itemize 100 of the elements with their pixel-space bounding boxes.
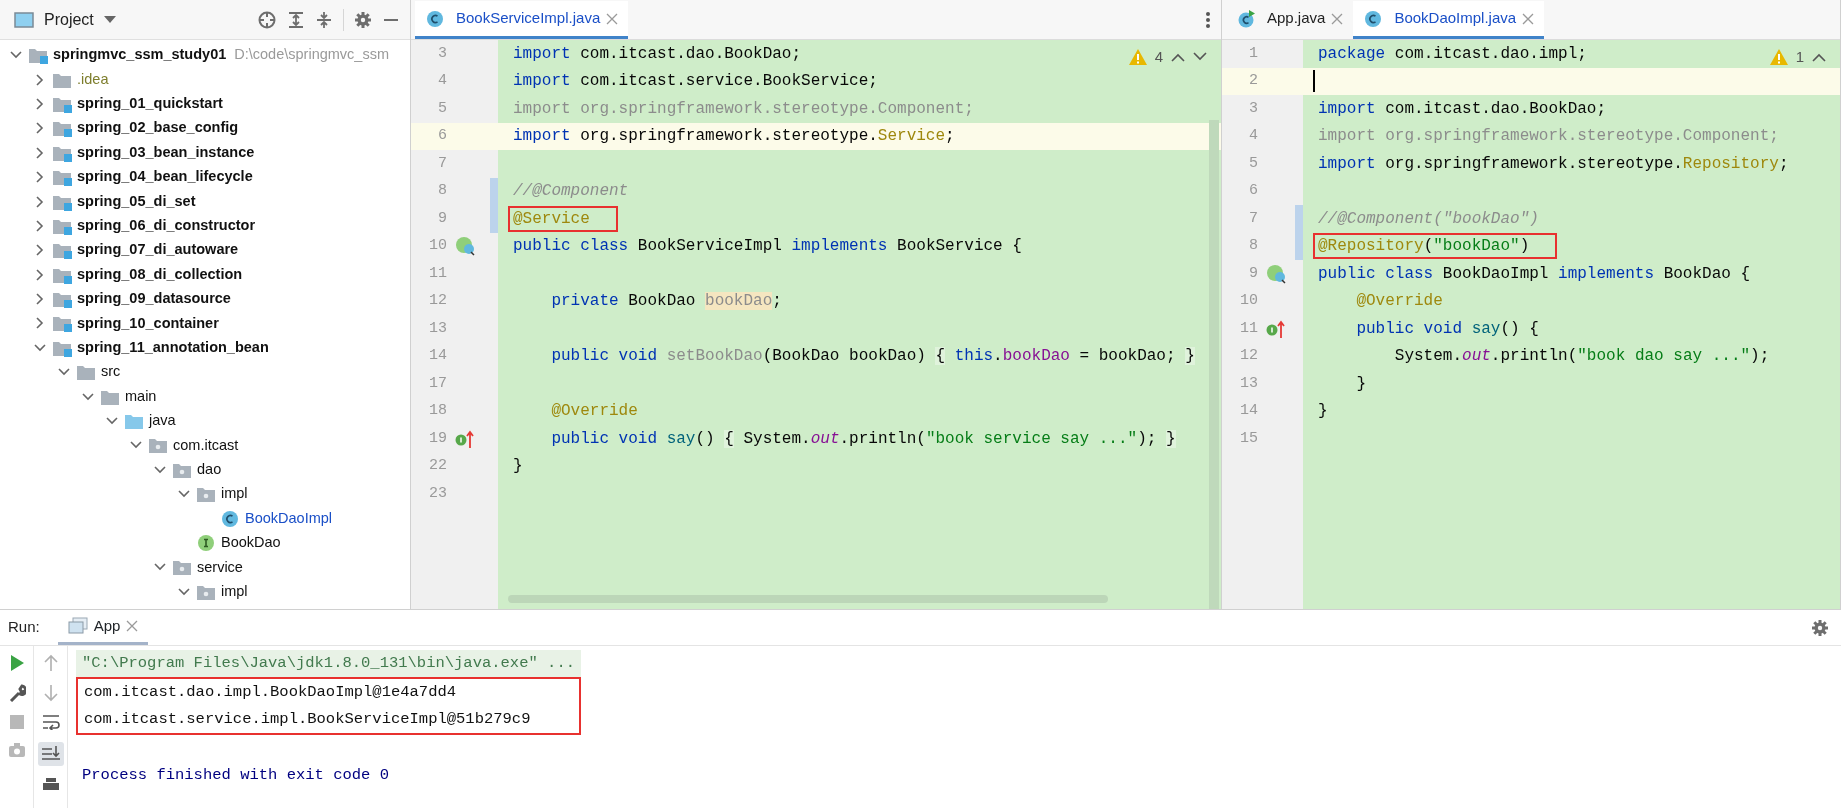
- settings-icon[interactable]: [1811, 618, 1829, 637]
- tree-item[interactable]: main: [125, 385, 157, 408]
- tree-item[interactable]: spring_10_container: [77, 312, 219, 335]
- target-icon[interactable]: [257, 9, 277, 30]
- line-number: 4: [437, 71, 447, 91]
- tree-item[interactable]: src: [101, 361, 121, 384]
- warning-count[interactable]: 4: [1154, 46, 1163, 69]
- project-window-icon: [14, 10, 34, 29]
- tree-item[interactable]: spring_08_di_collection: [77, 263, 243, 286]
- collapse-all-icon[interactable]: [315, 10, 333, 29]
- line-number: 14: [1239, 401, 1258, 421]
- settings-icon[interactable]: [354, 10, 372, 29]
- console-icon: [67, 617, 88, 635]
- line-number: 22: [428, 456, 447, 476]
- line-number: 11: [428, 263, 447, 284]
- close-icon[interactable]: [126, 620, 139, 632]
- package-icon: [148, 436, 168, 455]
- more-options-icon[interactable]: [1205, 10, 1211, 29]
- tree-item[interactable]: dao: [197, 458, 222, 481]
- expand-all-icon[interactable]: [287, 10, 305, 29]
- close-icon[interactable]: [1522, 12, 1535, 25]
- source-folder-icon: [124, 412, 144, 431]
- wrench-icon[interactable]: [7, 684, 26, 702]
- code-line: import com.itcast.dao.BookDao;: [1317, 98, 1608, 120]
- run-tab[interactable]: App: [57, 610, 149, 645]
- panel-title[interactable]: Project: [44, 7, 94, 32]
- line-number: 19: [428, 428, 447, 449]
- console-line: com.itcast.service.impl.BookServiceImpl@51b279c9: [83, 709, 532, 730]
- tree-item[interactable]: .idea: [77, 68, 109, 91]
- code-line: }: [1317, 401, 1329, 423]
- line-number: 12: [1239, 346, 1258, 366]
- line-number: 12: [428, 291, 447, 311]
- interface-icon: [196, 534, 216, 552]
- tree-item[interactable]: BookDao: [221, 532, 281, 554]
- close-icon[interactable]: [1331, 12, 1344, 25]
- code-line: @Override: [550, 401, 639, 423]
- line-number: 6: [1248, 181, 1258, 201]
- tree-item[interactable]: spring_07_di_autoware: [77, 239, 239, 262]
- scrollbar[interactable]: [1209, 120, 1219, 609]
- implemented-marker-icon[interactable]: [455, 236, 477, 257]
- implemented-marker-icon[interactable]: [1266, 263, 1288, 284]
- soft-wrap-icon[interactable]: [41, 714, 60, 730]
- tree-item[interactable]: spring_03_bean_instance: [77, 141, 255, 164]
- tree-item[interactable]: spring_06_di_constructor: [77, 215, 256, 237]
- code-line: import org.springframework.stereotype.Repository;: [1317, 153, 1790, 175]
- override-marker-icon[interactable]: [1266, 318, 1288, 339]
- tree-item[interactable]: service: [197, 556, 243, 579]
- line-number: 4: [1248, 126, 1258, 146]
- tree-item[interactable]: spring_02_base_config: [77, 117, 239, 140]
- code-line: import org.springframework.stereotype.Service;: [512, 126, 956, 148]
- line-number: 8: [1248, 236, 1258, 256]
- run-icon[interactable]: [8, 654, 25, 672]
- code-line: public void say() {: [1355, 318, 1540, 340]
- line-number: 15: [1239, 428, 1258, 449]
- chevron-down-icon[interactable]: [1193, 52, 1207, 63]
- console-line: Process finished with exit code 0: [81, 765, 390, 786]
- line-number: 3: [437, 43, 447, 64]
- tree-item[interactable]: java: [149, 410, 176, 432]
- print-icon[interactable]: [41, 778, 60, 792]
- runnable-class-icon: [1236, 9, 1256, 28]
- chevron-up-icon[interactable]: [1171, 52, 1185, 63]
- close-icon[interactable]: [606, 12, 619, 25]
- line-number: 18: [428, 401, 447, 421]
- code-line: package com.itcast.dao.impl;: [1317, 43, 1588, 65]
- tree-item[interactable]: spring_09_datasource: [77, 288, 231, 310]
- module-folder-icon: [28, 46, 48, 65]
- tree-item[interactable]: spring_11_annotation_bean: [77, 337, 269, 359]
- code-line: public class BookServiceImpl implements BookService {: [512, 236, 1023, 258]
- line-number: 9: [1248, 263, 1258, 284]
- chevron-up-icon[interactable]: [1812, 52, 1826, 63]
- tree-item[interactable]: impl: [221, 580, 248, 603]
- module-folder-icon: [52, 168, 72, 187]
- line-number: 6: [437, 126, 447, 146]
- line-number: 14: [428, 346, 447, 366]
- tree-item[interactable]: spring_04_bean_lifecycle: [77, 166, 253, 188]
- warning-count[interactable]: 1: [1795, 46, 1804, 69]
- line-number: 23: [428, 483, 447, 504]
- code-line: //@Component("bookDao"): [1317, 208, 1540, 230]
- console-line: com.itcast.dao.impl.BookDaoImpl@1e4a7dd4: [83, 682, 458, 703]
- editor-tab[interactable]: App.java: [1226, 1, 1354, 39]
- tree-item[interactable]: spring_05_di_set: [77, 190, 196, 213]
- code-line: public void setBookDao(BookDao bookDao) { this.bookDao = bookDao; }: [550, 346, 1196, 368]
- tree-item[interactable]: springmvc_ssm_study01: [53, 44, 227, 67]
- line-number: 5: [437, 98, 447, 119]
- editor-tab[interactable]: BookServiceImpl.java: [415, 1, 629, 39]
- panel-title: Run:: [8, 617, 40, 638]
- tree-item[interactable]: com.itcast: [173, 434, 239, 457]
- code-line: @Override: [1355, 291, 1444, 313]
- editor-tab[interactable]: BookDaoImpl.java: [1353, 1, 1545, 39]
- tree-item[interactable]: BookDaoImpl: [245, 507, 333, 530]
- dropdown-caret-icon[interactable]: [103, 15, 116, 24]
- tree-item[interactable]: spring_01_quickstart: [77, 93, 223, 115]
- code-line: public class BookDaoImpl implements BookDao {: [1317, 263, 1752, 285]
- code-line: //@Component: [512, 181, 630, 203]
- code-line: private BookDao bookDao;: [550, 291, 783, 313]
- module-folder-icon: [52, 290, 72, 309]
- class-icon: [425, 9, 445, 28]
- scroll-to-end-icon[interactable]: [37, 742, 64, 766]
- override-marker-icon[interactable]: [455, 428, 477, 449]
- tree-item[interactable]: impl: [221, 483, 248, 506]
